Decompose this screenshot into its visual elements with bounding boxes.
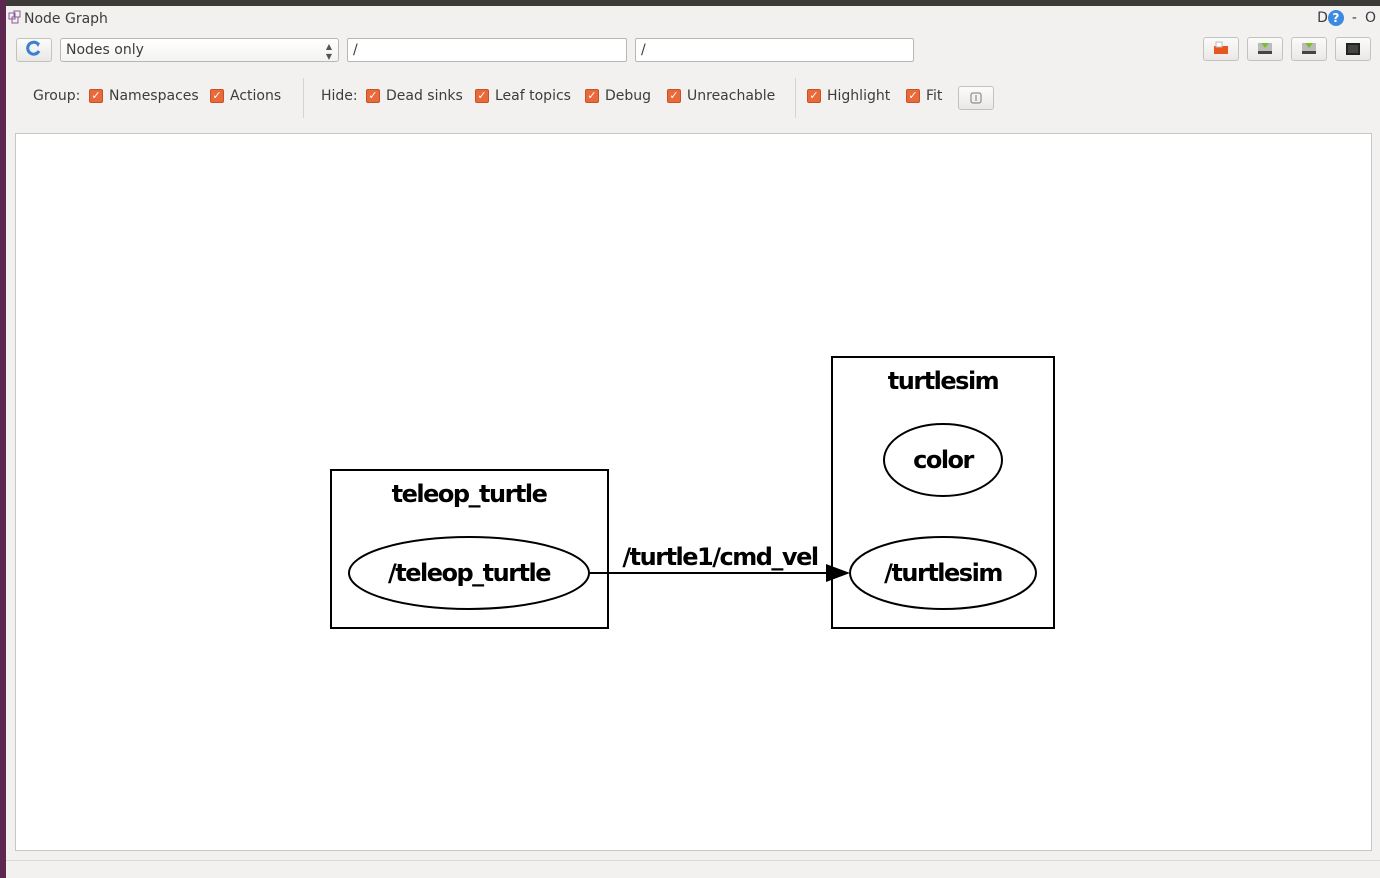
node-teleop-turtle[interactable]: /teleop_turtle — [348, 536, 590, 610]
window-title: Node Graph — [24, 11, 108, 27]
fit-in-view-button[interactable] — [958, 86, 994, 110]
namespaces-checkbox[interactable]: ✓ Namespaces — [89, 88, 199, 104]
dead-sinks-label: Dead sinks — [386, 88, 463, 104]
node-label: color — [913, 446, 974, 474]
cluster-label: turtlesim — [888, 367, 999, 395]
check-icon: ✓ — [906, 89, 920, 103]
load-dot-icon — [1213, 40, 1229, 59]
hide-label: Hide: — [321, 88, 358, 104]
group-label: Group: — [33, 88, 81, 104]
desktop-left-strip — [0, 0, 6, 878]
fit-label: Fit — [926, 88, 943, 104]
graph-mode-select[interactable]: Nodes only ▲ ▼ — [60, 38, 339, 62]
node-label: /teleop_turtle — [388, 559, 551, 587]
refresh-button[interactable] — [16, 38, 52, 62]
desktop-top-bar — [0, 0, 1380, 6]
check-icon: ✓ — [366, 89, 380, 103]
status-divider — [6, 860, 1380, 861]
actions-label: Actions — [230, 88, 282, 104]
cluster-teleop-turtle[interactable]: teleop_turtle — [330, 469, 609, 629]
graph-canvas[interactable]: teleop_turtle turtlesim /teleop_turtle c… — [15, 133, 1372, 851]
save-dot-button[interactable] — [1247, 37, 1283, 61]
debug-label: Debug — [605, 88, 652, 104]
window-controls: D ? - O — [1317, 10, 1376, 26]
dead-sinks-checkbox[interactable]: ✓ Dead sinks — [366, 88, 463, 104]
close-button[interactable]: O — [1365, 10, 1376, 26]
check-icon: ✓ — [475, 89, 489, 103]
spinner-arrows-icon: ▲ ▼ — [325, 42, 332, 61]
unreachable-checkbox[interactable]: ✓ Unreachable — [667, 88, 775, 104]
leaf-topics-checkbox[interactable]: ✓ Leaf topics — [475, 88, 571, 104]
check-icon: ✓ — [210, 89, 224, 103]
graph-mode-value: Nodes only — [66, 42, 144, 58]
check-icon: ✓ — [807, 89, 821, 103]
divider — [795, 78, 796, 118]
namespace-filter-input[interactable]: / — [347, 38, 627, 62]
check-icon: ✓ — [89, 89, 103, 103]
refresh-icon — [25, 40, 43, 60]
screenshot-button[interactable] — [1335, 37, 1371, 61]
edge-label: /turtle1/cmd_vel — [622, 543, 817, 571]
topic-filter-input[interactable]: / — [635, 38, 914, 62]
node-turtlesim[interactable]: /turtlesim — [849, 536, 1037, 610]
actions-checkbox[interactable]: ✓ Actions — [210, 88, 281, 104]
screenshot-icon — [1346, 40, 1360, 59]
fit-in-view-icon — [970, 89, 982, 108]
highlight-checkbox[interactable]: ✓ Highlight — [807, 88, 890, 104]
check-icon: ✓ — [585, 89, 599, 103]
help-button[interactable]: ? — [1327, 10, 1344, 26]
leaf-topics-label: Leaf topics — [495, 88, 571, 104]
highlight-label: Highlight — [827, 88, 891, 104]
save-svg-button[interactable] — [1291, 37, 1327, 61]
debug-checkbox[interactable]: ✓ Debug — [585, 88, 651, 104]
load-dot-button[interactable] — [1203, 37, 1239, 61]
minimize-button[interactable]: - — [1352, 10, 1357, 26]
edge-cmd-vel[interactable]: /turtle1/cmd_vel — [590, 543, 850, 582]
unreachable-label: Unreachable — [687, 88, 776, 104]
cluster-label: teleop_turtle — [392, 480, 548, 508]
node-color[interactable]: color — [883, 423, 1003, 497]
arrowhead-icon — [826, 564, 850, 582]
save-dot-icon — [1257, 40, 1273, 59]
divider — [303, 78, 304, 118]
node-label: /turtlesim — [884, 559, 1002, 587]
save-svg-icon — [1301, 40, 1317, 59]
fit-checkbox[interactable]: ✓ Fit — [906, 88, 942, 104]
namespaces-label: Namespaces — [109, 88, 199, 104]
rqt-graph-icon — [8, 10, 22, 28]
cluster-turtlesim[interactable]: turtlesim — [831, 356, 1055, 629]
window-title-bar: Node Graph — [8, 10, 108, 28]
dock-button[interactable]: D — [1317, 10, 1328, 26]
check-icon: ✓ — [667, 89, 681, 103]
